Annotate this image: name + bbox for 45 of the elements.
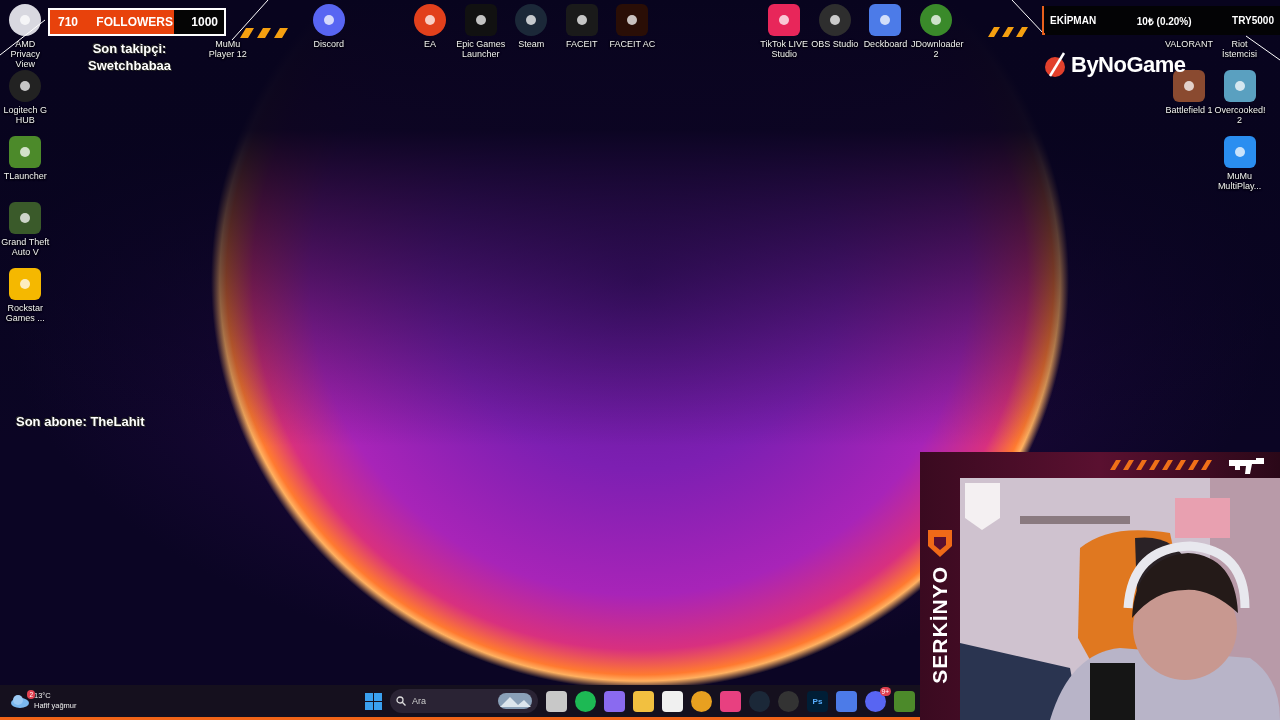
icon-label[interactable]: EA — [405, 39, 456, 49]
mountain-thumbnail-icon — [498, 693, 532, 709]
gun-icon — [1228, 455, 1266, 475]
app-tile-icon[interactable]: Ps — [807, 690, 828, 712]
icon-label[interactable]: TikTok LIVE Studio — [759, 39, 810, 59]
icon-label[interactable]: Discord — [303, 39, 354, 49]
icon-label[interactable]: AMD Privacy View — [0, 39, 51, 69]
last-follower-name: Swetchbabaa — [88, 57, 172, 74]
weather-cloud-icon[interactable] — [10, 694, 30, 708]
icon-label[interactable]: Grand Theft Auto V — [0, 237, 51, 257]
icon-label[interactable]: FACEIT — [556, 39, 607, 49]
follower-count: 710 — [58, 15, 79, 29]
icon-label[interactable]: Rockstar Games ... — [0, 303, 51, 323]
followers-label: FOLLOWERS — [96, 15, 173, 29]
icon-label[interactable]: Deckboard — [860, 39, 911, 49]
app-tile-icon[interactable] — [768, 4, 801, 36]
follower-goal: 1000 — [191, 15, 218, 29]
icon-label[interactable]: Steam — [506, 39, 557, 49]
icon-label[interactable]: Battlefield 1 — [1163, 105, 1214, 115]
icon-label[interactable]: MuMu Player 12 — [202, 39, 253, 59]
icon-label[interactable]: Overcooked! 2 — [1214, 105, 1265, 125]
chat-bubble-icon[interactable] — [312, 4, 345, 36]
sponsor-name: ByNoGame — [1071, 54, 1186, 76]
icon-label[interactable]: Epic Games Launcher — [455, 39, 506, 59]
icon-label[interactable]: Logitech G HUB — [0, 105, 51, 125]
app-tile-icon[interactable] — [1223, 136, 1256, 168]
search-field[interactable]: Ara — [390, 689, 538, 713]
shield-logo-icon — [927, 528, 953, 558]
app-tile-icon[interactable] — [414, 4, 447, 36]
last-follower-label: Son takipçi: — [91, 40, 168, 57]
icon-label[interactable]: Riot İstemcisi — [1214, 39, 1265, 59]
icon-label[interactable]: OBS Studio — [809, 39, 860, 49]
app-tile-icon[interactable] — [464, 4, 497, 36]
streamer-name: SERKİNYO — [928, 566, 952, 684]
icon-label[interactable]: MuMu MultiPlay... — [1214, 171, 1265, 191]
icon-label[interactable]: VALORANT — [1163, 39, 1214, 49]
last-subscriber: Son abone: TheLahit — [16, 413, 145, 430]
donation-goal-amount: TRY5000 — [1232, 15, 1274, 26]
sponsor-logo-icon — [1044, 52, 1068, 78]
donation-progress: 10₺ (0.20%) — [1136, 14, 1192, 28]
search-icon — [396, 696, 406, 706]
start-icon[interactable] — [365, 692, 382, 710]
donation-goal-title: EKİPMAN — [1050, 15, 1097, 26]
icon-label[interactable]: TLauncher — [0, 171, 51, 181]
icon-label[interactable]: FACEIT AC — [607, 39, 658, 49]
